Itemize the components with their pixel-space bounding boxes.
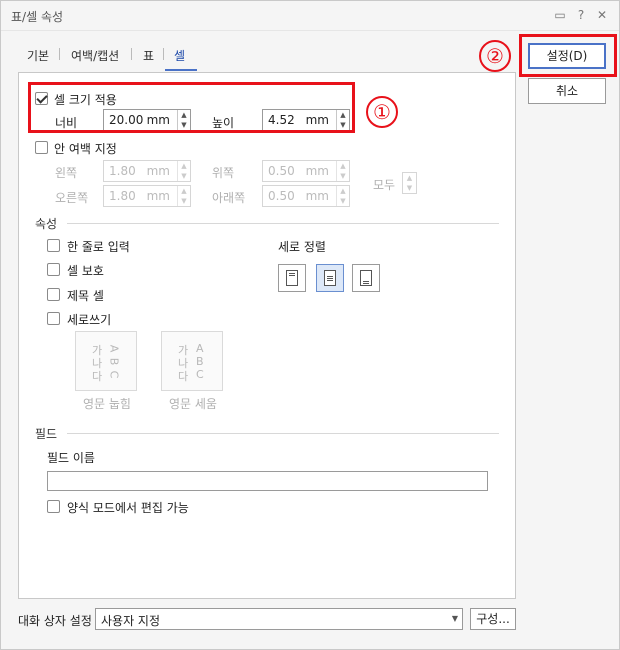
margin-top-arrows[interactable]: ▲ ▼: [336, 161, 349, 181]
title-cell-label: 제목 셀: [67, 289, 104, 303]
margin-top-value: 0.50: [268, 164, 295, 178]
chat-icon[interactable]: ▭: [552, 7, 568, 23]
margin-left-spinner[interactable]: 1.80 mm ▲ ▼: [103, 160, 191, 182]
config-button[interactable]: 구성...: [470, 608, 516, 630]
inner-margin-checkbox[interactable]: [35, 141, 48, 154]
annotation-box-1: [28, 82, 355, 133]
margin-top-spinner[interactable]: 0.50 mm ▲ ▼: [262, 160, 350, 182]
latin-lying-sample[interactable]: 가 나 다 A B C: [75, 331, 137, 391]
margin-all-arrows[interactable]: ▲ ▼: [403, 173, 416, 193]
tab-basic[interactable]: 기본: [27, 47, 49, 64]
margin-left-unit: mm: [146, 164, 170, 178]
align-middle-button[interactable]: [316, 264, 344, 292]
tab-separator: [131, 48, 132, 60]
protect-cell-checkbox[interactable]: [47, 263, 60, 276]
vertical-writing-checkbox[interactable]: [47, 312, 60, 325]
properties-section-title: 속성: [35, 217, 58, 231]
annotation-marker-1: ①: [366, 96, 398, 128]
tab-cell[interactable]: 셀: [174, 47, 185, 64]
tab-separator: [59, 48, 60, 60]
margin-all-spinner[interactable]: ▲ ▼: [402, 172, 417, 194]
tab-margin-caption[interactable]: 여백/캡션: [71, 47, 119, 64]
chevron-down-icon: ▼: [451, 614, 458, 623]
vertical-align-label: 세로 정렬: [278, 240, 326, 254]
margin-left-value: 1.80: [109, 164, 136, 178]
align-bottom-button[interactable]: [352, 264, 380, 292]
margin-left-label: 왼쪽: [55, 166, 78, 180]
margin-right-value: 1.80: [109, 189, 136, 203]
margin-all-label: 모두: [373, 178, 396, 192]
field-name-label: 필드 이름: [47, 451, 95, 465]
inner-margin-label: 안 여백 지정: [54, 142, 117, 156]
sample-char: 다: [92, 370, 103, 383]
annotation-box-2: [519, 34, 617, 77]
cell-tab-panel: 셀 크기 적용 너비 20.00 mm ▲ ▼ 높이 4.52 mm ▲ ▼ 안 여…: [18, 72, 516, 599]
latin-standing-label: 영문 세움: [169, 397, 217, 411]
align-bottom-icon: [360, 270, 372, 286]
dialog-settings-dropdown[interactable]: 사용자 지정 ▼: [95, 608, 463, 630]
align-top-button[interactable]: [278, 264, 306, 292]
margin-bottom-unit: mm: [305, 189, 329, 203]
latin-lying-label: 영문 눕힘: [83, 397, 131, 411]
margin-bottom-spinner[interactable]: 0.50 mm ▲ ▼: [262, 185, 350, 207]
margin-left-arrows[interactable]: ▲ ▼: [177, 161, 190, 181]
dialog-settings-value: 사용자 지정: [101, 614, 161, 628]
margin-top-unit: mm: [305, 164, 329, 178]
sample-char: A: [107, 344, 121, 353]
close-icon[interactable]: ✕: [594, 7, 610, 23]
sample-char: B: [107, 357, 121, 366]
sample-char: C: [107, 370, 121, 379]
margin-right-spinner[interactable]: 1.80 mm ▲ ▼: [103, 185, 191, 207]
sample-char: A: [196, 342, 204, 355]
cancel-button[interactable]: 취소: [528, 78, 606, 104]
margin-bottom-arrows[interactable]: ▲ ▼: [336, 186, 349, 206]
tab-separator: [163, 48, 164, 60]
form-mode-editable-checkbox[interactable]: [47, 500, 60, 513]
field-section-title: 필드: [35, 427, 58, 441]
sample-char: C: [196, 368, 204, 381]
tab-table[interactable]: 표: [143, 47, 154, 64]
properties-divider: [67, 223, 499, 224]
field-name-input[interactable]: [47, 471, 488, 491]
margin-bottom-value: 0.50: [268, 189, 295, 203]
field-divider: [67, 433, 499, 434]
help-icon[interactable]: ?: [573, 7, 589, 23]
cell-properties-dialog: 표/셀 속성 ▭ ? ✕ 기본 여백/캡션 표 셀 설정(D) 취소 셀 크기 …: [0, 0, 620, 650]
sample-char: B: [196, 355, 204, 368]
margin-top-label: 위쪽: [212, 166, 235, 180]
vertical-writing-label: 세로쓰기: [67, 313, 112, 327]
align-middle-icon: [324, 270, 336, 286]
single-line-checkbox[interactable]: [47, 239, 60, 252]
title-cell-checkbox[interactable]: [47, 288, 60, 301]
margin-bottom-label: 아래쪽: [212, 191, 246, 205]
sample-char: 다: [178, 370, 189, 383]
window-title: 표/셀 속성: [11, 10, 64, 24]
protect-cell-label: 셀 보호: [67, 264, 104, 278]
margin-right-arrows[interactable]: ▲ ▼: [177, 186, 190, 206]
form-mode-editable-label: 양식 모드에서 편집 가능: [67, 501, 189, 515]
single-line-label: 한 줄로 입력: [67, 240, 130, 254]
annotation-marker-2: ②: [479, 40, 511, 72]
margin-right-unit: mm: [146, 189, 170, 203]
align-top-icon: [286, 270, 298, 286]
dialog-settings-label: 대화 상자 설정: [18, 614, 92, 628]
active-tab-indicator: [165, 69, 197, 71]
margin-right-label: 오른쪽: [55, 191, 89, 205]
latin-standing-sample[interactable]: 가 나 다 A B C: [161, 331, 223, 391]
title-bar: 표/셀 속성 ▭ ? ✕: [1, 1, 619, 31]
